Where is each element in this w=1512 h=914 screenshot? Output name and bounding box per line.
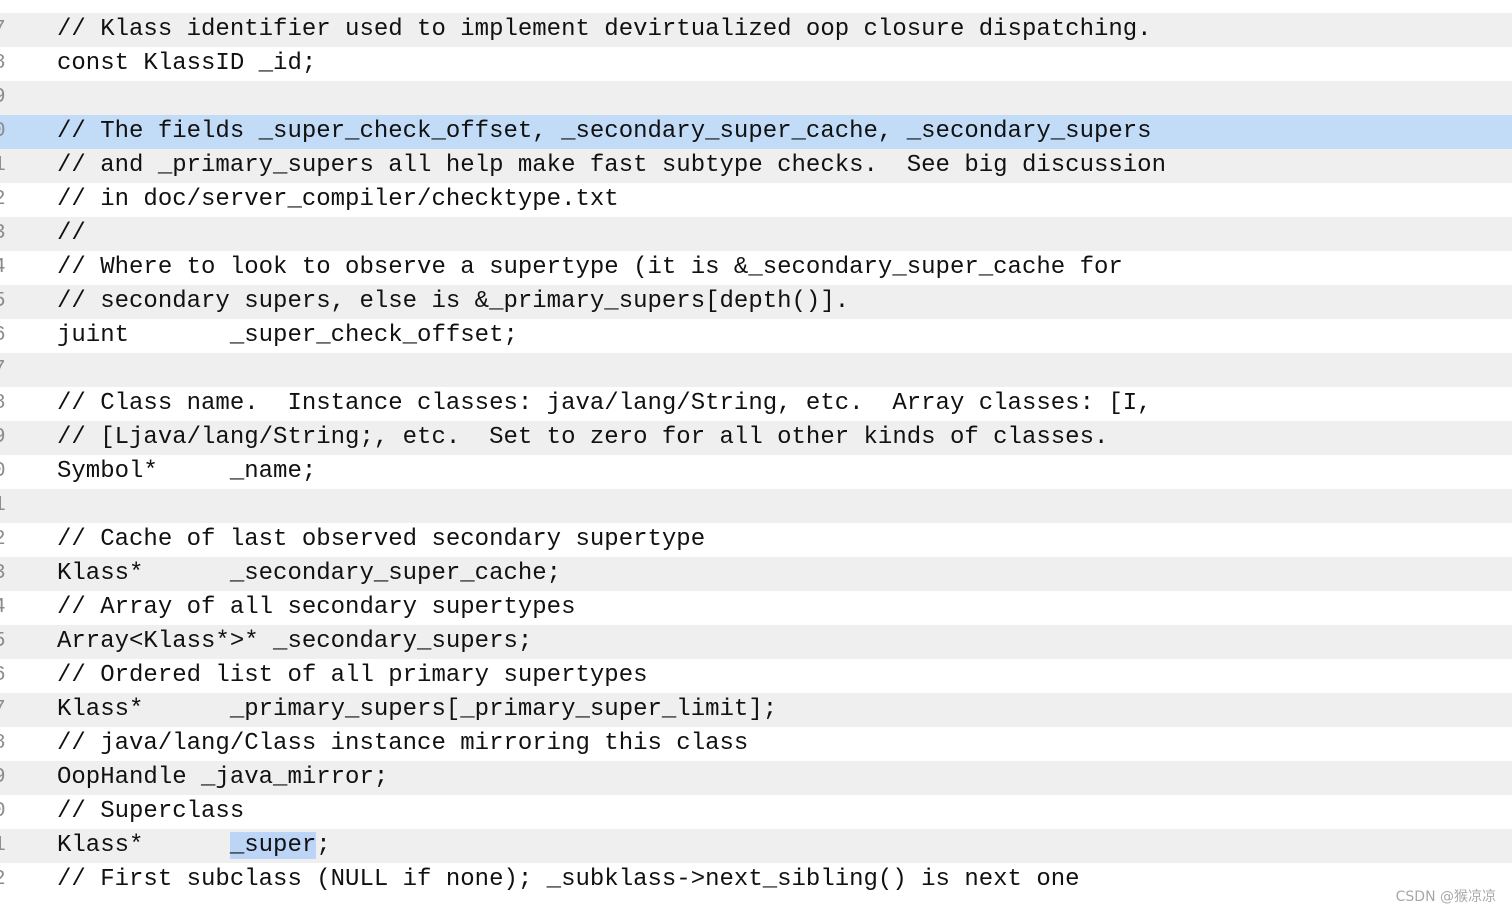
- code-text-part: Klass*: [57, 832, 230, 859]
- line-number: 8: [0, 47, 9, 81]
- code-text[interactable]: // Klass identifier used to implement de…: [57, 13, 1152, 47]
- code-line[interactable]: 3 Klass* _secondary_super_cache;: [0, 557, 1512, 591]
- line-number: 9: [0, 81, 9, 115]
- code-editor[interactable]: 7 // Klass identifier used to implement d…: [0, 0, 1512, 914]
- line-number: 6: [0, 659, 9, 693]
- code-line[interactable]: 9: [0, 81, 1512, 115]
- code-line[interactable]: 8 // java/lang/Class instance mirroring t…: [0, 727, 1512, 761]
- csdn-watermark: CSDN @猴凉凉: [1395, 889, 1496, 905]
- code-text[interactable]: // Array of all secondary supertypes: [57, 591, 575, 625]
- line-number: 0: [0, 455, 9, 489]
- line-number: 2: [0, 523, 9, 557]
- code-text[interactable]: Klass* _secondary_super_cache;: [57, 557, 561, 591]
- code-text[interactable]: // The fields _super_check_offset, _seco…: [57, 115, 1152, 149]
- code-text[interactable]: //: [57, 217, 86, 251]
- code-text[interactable]: // Superclass: [57, 795, 244, 829]
- line-number: 9: [0, 761, 9, 795]
- code-line[interactable]: 9 // [Ljava/lang/String;, etc. Set to zer…: [0, 421, 1512, 455]
- code-text[interactable]: Array<Klass*>* _secondary_supers;: [57, 625, 532, 659]
- code-text[interactable]: // Ordered list of all primary supertype…: [57, 659, 648, 693]
- code-line[interactable]: 2 // Cache of last observed secondary sup…: [0, 523, 1512, 557]
- code-line[interactable]: 7: [0, 353, 1512, 387]
- line-number: 7: [0, 693, 9, 727]
- code-text[interactable]: const KlassID _id;: [57, 47, 316, 81]
- code-line[interactable]: 0 // Superclass: [0, 795, 1512, 829]
- line-number: 5: [0, 625, 9, 659]
- code-line[interactable]: 7 // Klass identifier used to implement d…: [0, 13, 1512, 47]
- code-line[interactable]: 5 // secondary supers, else is &_primary_…: [0, 285, 1512, 319]
- code-line[interactable]: 0 // The fields _super_check_offset, _sec…: [0, 115, 1512, 149]
- code-line[interactable]: 9 OopHandle _java_mirror;: [0, 761, 1512, 795]
- line-number: 7: [0, 353, 9, 387]
- code-line[interactable]: 1: [0, 489, 1512, 523]
- line-number: 8: [0, 387, 9, 421]
- line-number: 4: [0, 591, 9, 625]
- code-text-part: ;: [316, 832, 331, 859]
- code-text[interactable]: juint _super_check_offset;: [57, 319, 518, 353]
- line-number: 1: [0, 829, 9, 863]
- code-line[interactable]: 1 Klass* _super;: [0, 829, 1512, 863]
- code-text[interactable]: // Where to look to observe a supertype …: [57, 251, 1123, 285]
- code-line[interactable]: 2 // First subclass (NULL if none); _subk…: [0, 863, 1512, 897]
- line-number: 5: [0, 285, 9, 319]
- line-number: 3: [0, 217, 9, 251]
- code-line[interactable]: 3 //: [0, 217, 1512, 251]
- code-text[interactable]: // java/lang/Class instance mirroring th…: [57, 727, 748, 761]
- code-line[interactable]: 2 // in doc/server_compiler/checktype.txt: [0, 183, 1512, 217]
- code-line[interactable]: 1 // and _primary_supers all help make fa…: [0, 149, 1512, 183]
- line-number: 3: [0, 557, 9, 591]
- code-text[interactable]: // secondary supers, else is &_primary_s…: [57, 285, 849, 319]
- line-number: 6: [0, 319, 9, 353]
- line-number: 8: [0, 727, 9, 761]
- highlighted-word[interactable]: _super: [229, 832, 317, 859]
- code-text[interactable]: // Class name. Instance classes: java/la…: [57, 387, 1152, 421]
- line-number: 2: [0, 183, 9, 217]
- code-text[interactable]: Symbol* _name;: [57, 455, 316, 489]
- line-number: 4: [0, 251, 9, 285]
- line-number: 9: [0, 421, 9, 455]
- code-text[interactable]: // [Ljava/lang/String;, etc. Set to zero…: [57, 421, 1108, 455]
- line-number: 0: [0, 115, 9, 149]
- code-text[interactable]: // Cache of last observed secondary supe…: [57, 523, 705, 557]
- line-number: 1: [0, 149, 9, 183]
- line-number: 2: [0, 863, 9, 897]
- code-text[interactable]: OopHandle _java_mirror;: [57, 761, 388, 795]
- code-text[interactable]: // First subclass (NULL if none); _subkl…: [57, 863, 1080, 897]
- code-text[interactable]: Klass* _primary_supers[_primary_super_li…: [57, 693, 777, 727]
- code-line[interactable]: 8 // Class name. Instance classes: java/l…: [0, 387, 1512, 421]
- code-line[interactable]: 6 juint _super_check_offset;: [0, 319, 1512, 353]
- code-text[interactable]: // and _primary_supers all help make fas…: [57, 149, 1166, 183]
- line-number: 0: [0, 795, 9, 829]
- code-line[interactable]: 0 Symbol* _name;: [0, 455, 1512, 489]
- code-line[interactable]: 5 Array<Klass*>* _secondary_supers;: [0, 625, 1512, 659]
- code-line[interactable]: 4 // Where to look to observe a supertype…: [0, 251, 1512, 285]
- line-number: 7: [0, 13, 9, 47]
- code-text[interactable]: Klass* _super;: [57, 829, 331, 863]
- code-text[interactable]: // in doc/server_compiler/checktype.txt: [57, 183, 619, 217]
- code-line[interactable]: 4 // Array of all secondary supertypes: [0, 591, 1512, 625]
- code-line[interactable]: 7 Klass* _primary_supers[_primary_super_l…: [0, 693, 1512, 727]
- code-line[interactable]: 6 // Ordered list of all primary supertyp…: [0, 659, 1512, 693]
- code-line[interactable]: 8 const KlassID _id;: [0, 47, 1512, 81]
- line-number: 1: [0, 489, 9, 523]
